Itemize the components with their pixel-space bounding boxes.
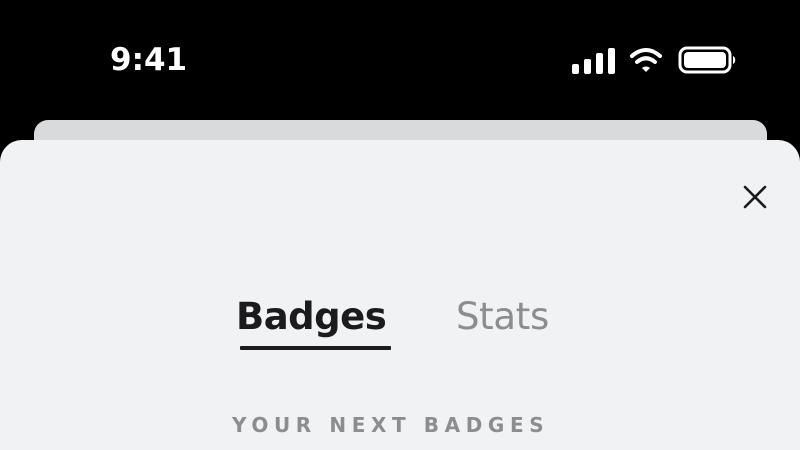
- selected-tab-indicator: [240, 346, 391, 350]
- close-button[interactable]: [736, 181, 774, 213]
- tab-stats[interactable]: Stats: [456, 290, 566, 350]
- battery-icon: [678, 46, 736, 74]
- next-badges-heading: YOUR NEXT BADGES: [232, 413, 550, 437]
- signal-icon: [572, 48, 615, 74]
- tab-badges[interactable]: Badges: [236, 290, 396, 350]
- app-screen: 9:41 Badges Stats YOUR NEXT BADGES: [0, 0, 800, 450]
- wifi-icon: [630, 48, 662, 72]
- close-icon: [743, 185, 767, 209]
- status-time: 9:41: [110, 42, 188, 78]
- badges-stats-tabs: Badges Stats: [236, 290, 576, 360]
- status-icons: [572, 44, 738, 76]
